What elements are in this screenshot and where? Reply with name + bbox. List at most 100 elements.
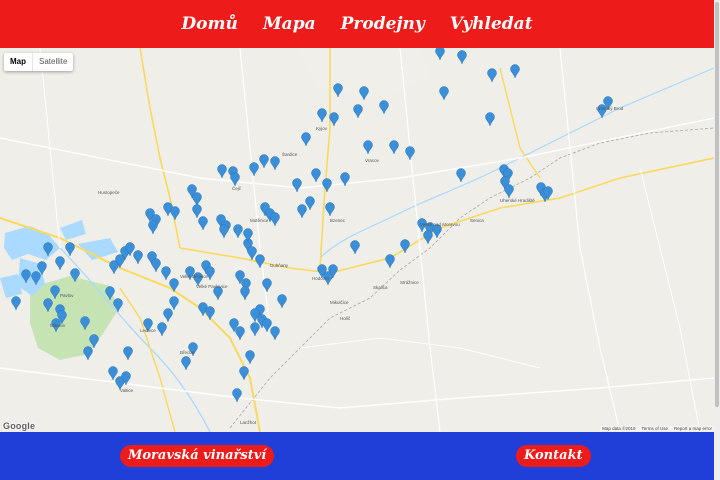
place-label: Vracov [365, 158, 379, 163]
place-label: Kyjov [316, 126, 328, 131]
map-pin-icon[interactable] [123, 346, 133, 361]
map-pin-icon[interactable] [108, 366, 118, 381]
map-pin-icon[interactable] [170, 206, 180, 221]
map-pin-icon[interactable] [232, 388, 242, 403]
map-pin-icon[interactable] [456, 168, 466, 183]
map-pin-icon[interactable] [192, 192, 202, 207]
map-pin-icon[interactable] [435, 48, 445, 61]
map-pin-icon[interactable] [169, 278, 179, 293]
lake [60, 220, 86, 240]
map-pin-icon[interactable] [192, 204, 202, 219]
map-pin-icon[interactable] [55, 256, 65, 271]
map-pin-icon[interactable] [83, 346, 93, 361]
map-pin-icon[interactable] [247, 246, 257, 261]
map-pin-icon[interactable] [259, 154, 269, 169]
map-pin-icon[interactable] [292, 178, 302, 193]
place-label: Bzenec [330, 218, 346, 223]
map-pin-icon[interactable] [181, 356, 191, 371]
map-pin-icon[interactable] [270, 326, 280, 341]
map-pin-icon[interactable] [439, 86, 449, 101]
map-pin-icon[interactable] [389, 140, 399, 155]
map-pin-icon[interactable] [385, 254, 395, 269]
map-pin-icon[interactable] [270, 212, 280, 227]
nav-home-link[interactable]: Domů [181, 14, 237, 34]
map-pin-icon[interactable] [277, 294, 287, 309]
place-label: Čejč [232, 186, 242, 191]
map-pin-icon[interactable] [65, 242, 75, 257]
page-scrollbar[interactable] [714, 0, 720, 480]
map-pin-icon[interactable] [169, 296, 179, 311]
map-pin-icon[interactable] [423, 230, 433, 245]
place-label: Uherský Brod [596, 106, 624, 111]
place-label: Břeclav [180, 350, 196, 355]
map-pin-icon[interactable] [148, 220, 158, 235]
map-pin-icon[interactable] [255, 254, 265, 269]
map-pin-icon[interactable] [217, 164, 227, 179]
map-pin-icon[interactable] [262, 278, 272, 293]
map-pin-icon[interactable] [311, 168, 321, 183]
map-pin-icon[interactable] [233, 224, 243, 239]
map-pin-icon[interactable] [504, 184, 514, 199]
map-pin-icon[interactable] [379, 100, 389, 115]
nav-shops-link[interactable]: Prodejny [341, 14, 425, 34]
map-pin-icon[interactable] [239, 366, 249, 381]
map-pin-icon[interactable] [322, 178, 332, 193]
nav-map-link[interactable]: Mapa [263, 14, 316, 34]
map-pin-icon[interactable] [230, 172, 240, 187]
report-error-link[interactable]: Report a map error [674, 426, 712, 431]
map-pin-icon[interactable] [270, 156, 280, 171]
map-pin-icon[interactable] [510, 64, 520, 79]
place-label: Šardice [282, 152, 298, 157]
map-attribution: Map data ©2019 Terms of Use Report a map… [600, 426, 714, 431]
map-pin-icon[interactable] [157, 322, 167, 337]
map-pin-icon[interactable] [305, 196, 315, 211]
road [499, 67, 541, 179]
map-pin-icon[interactable] [297, 204, 307, 219]
place-label: Velké Bílovice [180, 274, 209, 279]
map-pin-icon[interactable] [163, 308, 173, 323]
winery-map[interactable]: Mikulov Hodonín Břeclav Valtice Lednice Pavlo… [0, 48, 714, 432]
nav-search-link[interactable]: Vyhledat [450, 14, 533, 34]
map-pin-icon[interactable] [487, 68, 497, 83]
place-label: Dubňany [270, 263, 289, 268]
place-label: Senica [470, 218, 484, 223]
map-pin-icon[interactable] [405, 146, 415, 161]
place-label: Mikulčice [330, 300, 349, 305]
map-pin-icon[interactable] [353, 104, 363, 119]
map-pin-icon[interactable] [219, 224, 229, 239]
contact-button[interactable]: Kontakt [516, 445, 591, 467]
map-pin-icon[interactable] [205, 306, 215, 321]
scrollbar-thumb[interactable] [715, 2, 719, 407]
map-pin-icon[interactable] [301, 132, 311, 147]
map-pin-icon[interactable] [325, 202, 335, 217]
map-pin-icon[interactable] [245, 350, 255, 365]
map-type-satellite-button[interactable]: Satellite [32, 53, 73, 71]
map-pin-icon[interactable] [317, 108, 327, 123]
map-pin-icon[interactable] [161, 266, 171, 281]
map-pin-icon[interactable] [235, 326, 245, 341]
map-pin-icon[interactable] [249, 162, 259, 177]
place-label: Veselí nad Moravou [420, 222, 460, 227]
wineries-button[interactable]: Moravská vinařství [120, 445, 275, 467]
map-pin-icon[interactable] [198, 216, 208, 231]
map-pin-icon[interactable] [151, 258, 161, 273]
map-pin-icon[interactable] [350, 240, 360, 255]
terms-of-use-link[interactable]: Terms of Use [641, 426, 668, 431]
place-label: Pavlov [60, 293, 74, 298]
map-pin-icon[interactable] [11, 296, 21, 311]
map-type-map-button[interactable]: Map [4, 53, 32, 71]
map-pin-icon[interactable] [333, 83, 343, 98]
map-pin-icon[interactable] [133, 250, 143, 265]
map-pin-icon[interactable] [329, 112, 339, 127]
footer-bar: Moravská vinařství Kontakt [0, 432, 714, 480]
map-pin-icon[interactable] [240, 286, 250, 301]
map-data-credit: Map data ©2019 [602, 426, 636, 431]
map-pin-icon[interactable] [457, 50, 467, 65]
map-pin-icon[interactable] [363, 140, 373, 155]
map-type-control: Map Satellite [4, 53, 74, 71]
map-pin-icon[interactable] [485, 112, 495, 127]
place-label: Hodonín [312, 276, 330, 281]
map-pin-icon[interactable] [359, 86, 369, 101]
map-pin-icon[interactable] [250, 322, 260, 337]
map-pin-icon[interactable] [262, 318, 272, 333]
